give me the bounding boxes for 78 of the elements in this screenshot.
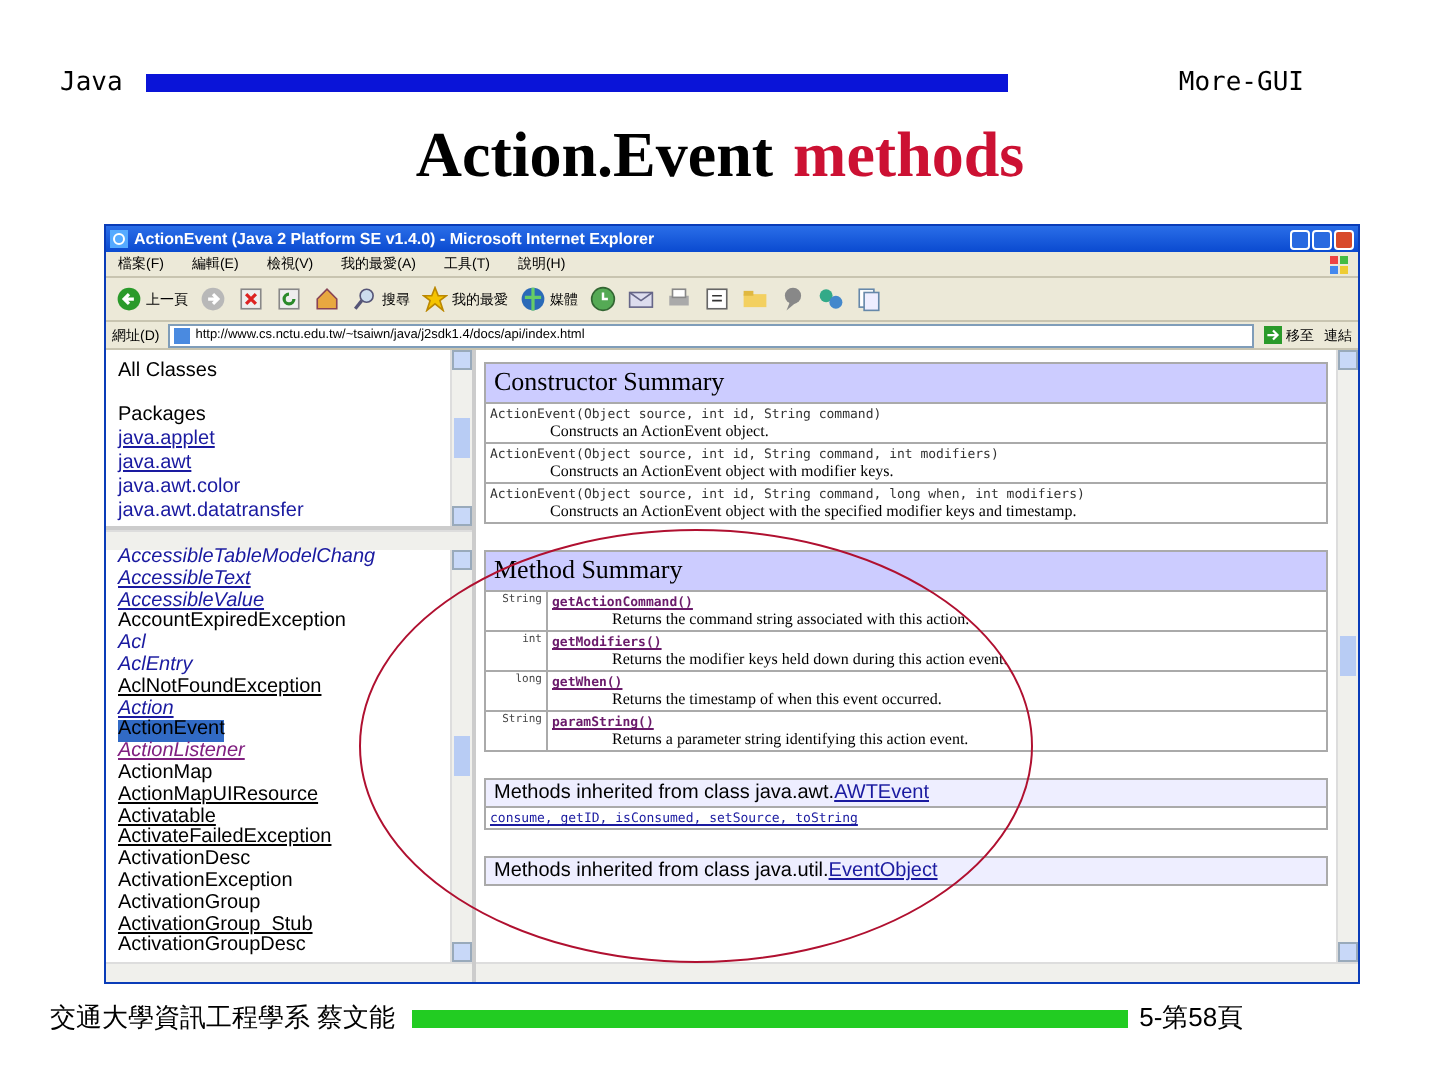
slide-title: Action.Event <box>415 117 774 191</box>
header-text: Java <box>60 67 123 97</box>
method-description: Returns the command string associated with this action. <box>610 610 972 628</box>
class-link[interactable]: ActionMapUIResource <box>118 785 319 808</box>
package-link[interactable]: java.awt <box>118 452 192 476</box>
class-link[interactable]: Acl <box>118 634 146 656</box>
class-link[interactable]: ActivateFailedException <box>118 828 332 851</box>
edit-icon <box>704 286 730 312</box>
windows-logo-icon <box>1330 255 1350 273</box>
class-link[interactable]: Action <box>118 699 174 721</box>
toolbar-button[interactable] <box>702 284 732 314</box>
browser-logo-icon <box>110 230 128 248</box>
window-title: ActionEvent (Java 2 Platform SE v1.4.0) - Microsoft Internet Explorer <box>134 230 655 248</box>
method-description: Returns the timestamp of when this event occurred. <box>610 690 944 708</box>
constructor-description: Constructs an ActionEvent object with the specified modifier keys and timestamp. <box>548 502 1079 520</box>
toolbar-button[interactable] <box>312 284 342 314</box>
media-icon <box>520 286 546 312</box>
class-link[interactable]: ActionListener <box>118 742 245 764</box>
section-heading: Method Summary <box>485 551 1327 591</box>
horizontal-scrollbar[interactable] <box>106 530 472 550</box>
print-icon <box>666 286 692 312</box>
section-heading: Constructor Summary <box>485 363 1327 403</box>
back-icon <box>116 286 142 312</box>
search-icon <box>352 286 378 312</box>
class-link[interactable]: AccessibleText <box>118 569 251 592</box>
all-classes-link[interactable]: All Classes <box>118 360 438 384</box>
horizontal-scrollbar[interactable] <box>476 962 1358 982</box>
inherited-heading: Methods inherited from class java.awt. <box>494 782 835 804</box>
vertical-scrollbar[interactable] <box>1336 350 1358 962</box>
class-link[interactable]: ActivationGroupDesc <box>118 936 306 959</box>
class-link[interactable]: ActionMap <box>118 763 213 786</box>
class-link[interactable]: AccountExpiredException <box>118 612 346 635</box>
vertical-scrollbar[interactable] <box>450 550 472 962</box>
class-link[interactable]: AclNotFoundException <box>118 677 322 700</box>
footer-text: 交通大學資訊工程學系 蔡文能 <box>50 1000 396 1036</box>
class-link[interactable]: ActivationException <box>118 871 293 894</box>
class-link[interactable]: AclEntry <box>118 655 193 678</box>
packages-heading: Packages <box>118 404 208 428</box>
mail-icon <box>628 286 654 312</box>
home-icon <box>314 286 340 312</box>
page-number: 5-第58頁 <box>1139 1000 1244 1036</box>
constructor-description: Constructs an ActionEvent object. <box>548 422 771 440</box>
folder-icon <box>742 286 768 312</box>
package-link[interactable]: java.awt.datatransfer <box>118 500 304 524</box>
vertical-scrollbar[interactable] <box>450 350 472 526</box>
constructor-description: Constructs an ActionEvent object with modifier keys. <box>548 462 896 480</box>
method-description: Returns a parameter string identifying this action event. <box>610 730 971 748</box>
stop-icon <box>238 286 264 312</box>
toolbar-button[interactable] <box>274 284 304 314</box>
package-link[interactable]: java.awt.color <box>118 476 241 500</box>
history-icon <box>590 286 616 312</box>
copy-icon <box>856 286 882 312</box>
toolbar-button[interactable] <box>588 284 618 314</box>
header-text: More-GUI <box>1178 67 1304 97</box>
page-icon <box>173 327 190 343</box>
minimize-button[interactable] <box>1290 229 1310 249</box>
inherited-heading: Methods inherited from class java.util. <box>494 860 829 882</box>
class-link[interactable]: ActivationGroup_Stub <box>118 915 313 937</box>
class-link[interactable]: AWTEvent <box>834 782 929 804</box>
class-link[interactable]: EventObject <box>828 860 938 882</box>
close-button[interactable] <box>1334 229 1354 249</box>
class-link[interactable]: AccessibleValue <box>118 591 265 613</box>
messenger-icon <box>780 286 806 312</box>
horizontal-scrollbar[interactable] <box>106 962 472 982</box>
class-link[interactable]: ActivationGroup <box>118 893 261 916</box>
class-link[interactable]: Activatable <box>118 807 216 829</box>
arrow-icon <box>1264 326 1282 344</box>
toolbar-button[interactable] <box>854 284 884 314</box>
class-link[interactable]: AccessibleTableModelChang <box>118 548 376 570</box>
maximize-button[interactable] <box>1312 229 1332 249</box>
forward-icon <box>200 286 226 312</box>
network-icon <box>818 286 844 312</box>
toolbar-button[interactable] <box>236 284 266 314</box>
refresh-icon <box>276 286 302 312</box>
favorites-icon <box>422 286 448 312</box>
class-link[interactable]: ActivationDesc <box>118 850 251 872</box>
slide-title-accent: methods <box>793 117 1025 191</box>
package-link[interactable]: java.applet <box>118 428 215 452</box>
